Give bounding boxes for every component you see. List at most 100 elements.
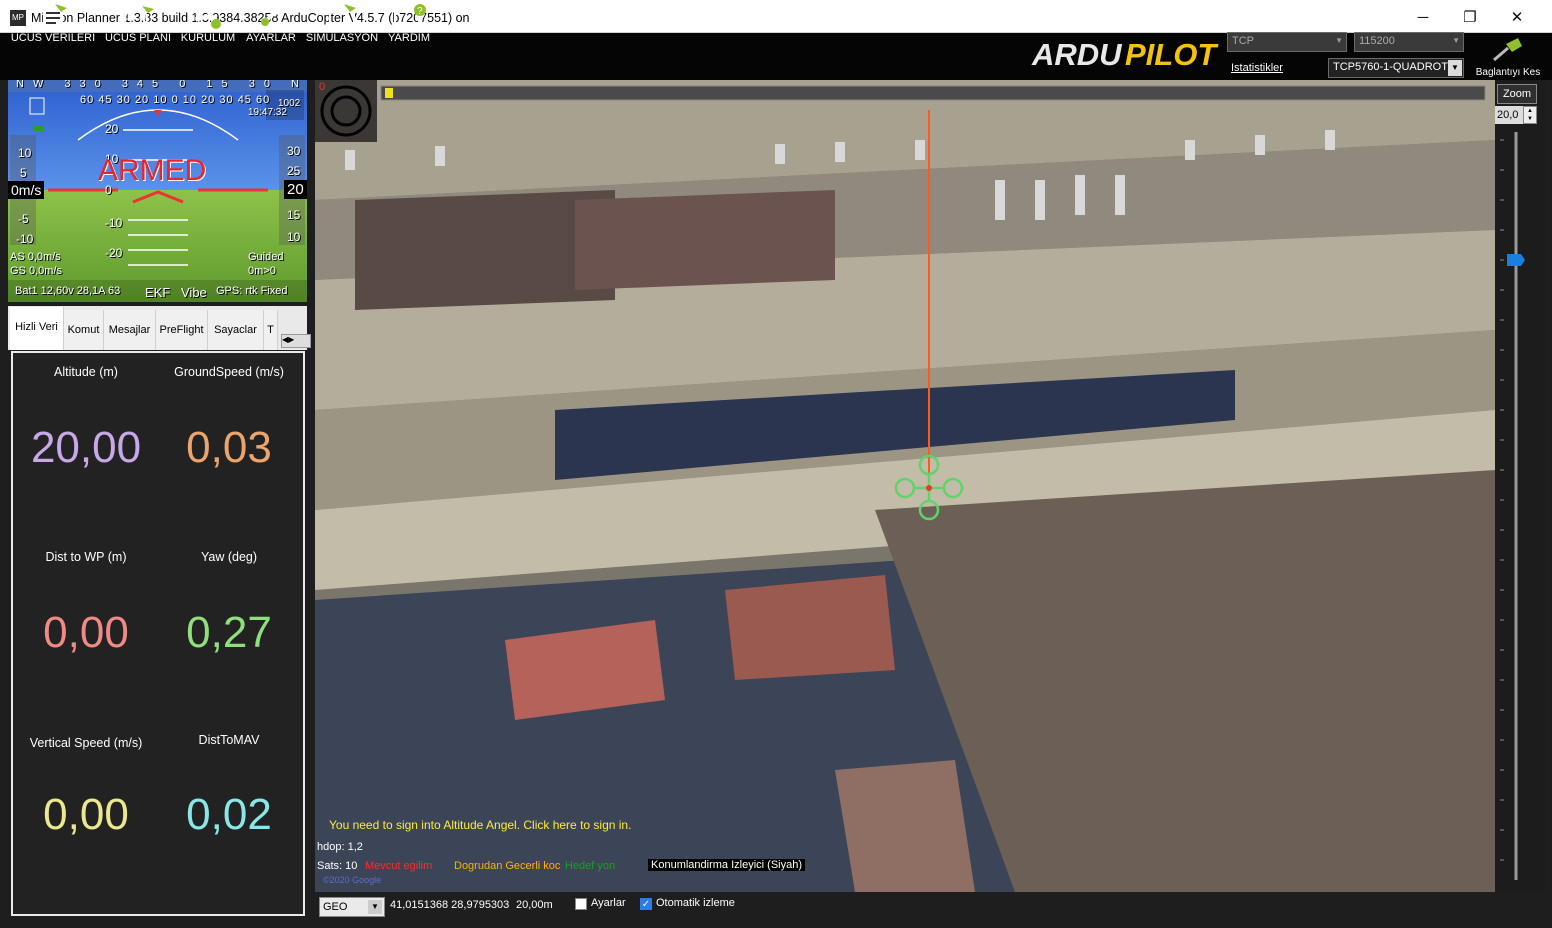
zoom-value-input[interactable]: 20,0 [1495, 106, 1523, 124]
svg-text:?: ? [417, 6, 423, 17]
tab-quick[interactable]: Hizli Veri [10, 307, 64, 350]
sats-readout: Sats: 10 [317, 860, 358, 872]
hud-heading-label: 15 [206, 80, 237, 90]
chevron-down-icon: ▼ [1448, 60, 1462, 76]
disconnect-label: Baglantıyı Kes [1475, 67, 1541, 78]
menu-config-label: AYARLAR [246, 32, 296, 44]
tab-preflight[interactable]: PreFlight [156, 310, 208, 350]
chevron-down-icon: ▼ [1452, 36, 1460, 45]
hud-heading-label: 30 [248, 80, 279, 90]
hud-speed-box: 0m/s [8, 181, 45, 199]
simulation-icon [329, 4, 356, 29]
hud-pitch-label: 20 [105, 122, 119, 136]
map-view[interactable]: 0 You need to sign into Altitude Angel. … [315, 80, 1495, 892]
cursor-altitude: 20,00m [516, 899, 553, 911]
disconnect-button[interactable]: Baglantıyı Kes [1468, 36, 1548, 80]
hud-display[interactable]: NW 330 345 0 15 30 NE 60 60 45 30 20 10 … [8, 80, 307, 302]
baud-rate-select[interactable]: 115200 ▼ [1354, 32, 1464, 52]
hud-heading-label: NW [16, 80, 53, 90]
hud-altitude-box: 20 [284, 180, 307, 199]
hud-clock: 19:47:32 [248, 107, 287, 118]
hud-roll-label: 60 [80, 94, 95, 106]
menu-setup[interactable]: KURULUM [178, 2, 238, 46]
auto-follow-label[interactable]: Otomatik izleme [656, 897, 735, 909]
chevron-down-icon: ▼ [1335, 36, 1343, 45]
legend-current-heading: Mevcut egilim [365, 860, 433, 872]
connection-type-select[interactable]: TCP ▼ [1227, 32, 1347, 52]
plug-icon [1493, 38, 1522, 62]
hud-roll-label: 10 [182, 94, 197, 106]
tab-command[interactable]: Komut [64, 310, 104, 350]
menu-help-label: YARDIM [388, 32, 430, 44]
hud-heading-label: 0 [179, 80, 195, 90]
hud-ekf[interactable]: EKF [145, 285, 170, 300]
cursor-coordinates: 41,0151368 28,9795303 [390, 899, 510, 911]
tab-gauges[interactable]: Sayaclar [208, 310, 264, 350]
hud-groundspeed: GS 0,0m/s [10, 265, 62, 277]
chevron-up-icon[interactable]: ▲ [1524, 107, 1536, 115]
hud-mode: Guided [248, 251, 284, 263]
quick-value: 20,00 [30, 423, 142, 472]
quick-item-groundspeed[interactable]: GroundSpeed (m/s) 0,03 [158, 365, 300, 473]
menu-flight-data-label: UCUS VERILERI [10, 32, 96, 44]
hud-heading-label: 330 [64, 80, 110, 90]
chevron-right-icon[interactable]: ▶ [288, 335, 294, 344]
flight-plan-icon [124, 6, 154, 31]
quick-label: GroundSpeed (m/s) [174, 365, 284, 379]
quick-item-dist-to-wp[interactable]: Dist to WP (m) 0,00 [15, 550, 157, 658]
menu-help[interactable]: ? YARDIM [384, 2, 434, 46]
hud-left-tick: -5 [18, 212, 29, 226]
ardupilot-logo: ARDU PILOT [1031, 37, 1219, 72]
quick-label: DistToMAV [198, 733, 260, 747]
altitude-angel-link[interactable]: You need to sign into Altitude Angel. Cl… [329, 818, 631, 832]
tab-messages[interactable]: Mesajlar [104, 310, 156, 350]
hud-right-tick: 10 [287, 230, 301, 244]
hud-roll-label: 30 [116, 94, 131, 106]
hud-vibe[interactable]: Vibe [181, 285, 207, 300]
settings-checkbox[interactable] [575, 898, 587, 910]
hud-battery: Bat1 12,60v 28,1A 63 [15, 285, 121, 297]
zoom-slider[interactable] [1495, 80, 1545, 892]
menu-simulation[interactable]: SIMULASYON [304, 2, 380, 46]
hud-pitch-label: -20 [105, 246, 123, 260]
menu-flight-data[interactable]: UCUS VERILERI [10, 2, 96, 46]
hud-wp-distance: 0m>0 [248, 265, 276, 277]
auto-follow-checkbox[interactable]: ✓ [640, 898, 652, 910]
chevron-down-icon[interactable]: ▼ [1524, 115, 1536, 123]
vehicle-select[interactable]: TCP5760-1-QUADROTO ▼ [1328, 58, 1464, 78]
tab-scroll-arrows[interactable]: ◀▶ [281, 334, 311, 348]
menu-config[interactable]: AYARLAR [242, 2, 300, 46]
coord-system-select[interactable]: GEO ▼ [319, 897, 385, 917]
chevron-down-icon: ▼ [368, 900, 382, 914]
zoom-spinner[interactable]: ▲ ▼ [1523, 106, 1537, 124]
zoom-button[interactable]: Zoom [1497, 84, 1537, 104]
quick-item-yaw[interactable]: Yaw (deg) 0,27 [158, 550, 300, 658]
maximize-icon[interactable]: ❐ [1447, 0, 1493, 33]
stats-link[interactable]: Istatistikler [1231, 62, 1283, 74]
flight-data-icon [43, 4, 67, 30]
quick-label: Dist to WP (m) [45, 550, 127, 564]
tab-more[interactable]: T [264, 310, 278, 350]
settings-checkbox-label[interactable]: Ayarlar [591, 897, 626, 909]
setup-icon [195, 6, 221, 29]
map-copyright: ©2020 Google [323, 875, 382, 885]
legend-target-heading: Hedef yon [565, 860, 616, 872]
quick-label: Yaw (deg) [200, 550, 258, 564]
hud-roll-label: 20 [134, 94, 150, 106]
close-icon[interactable]: ✕ [1494, 0, 1540, 33]
quick-item-vertical-speed[interactable]: Vertical Speed (m/s) 0,00 [15, 736, 157, 840]
tracker-label: Konumlandirma Izleyici (Siyah) [648, 859, 805, 871]
time-slider-start: 0 [319, 81, 326, 93]
hud-roll-label: 60 [256, 94, 271, 106]
hud-pitch-label: -10 [105, 216, 123, 230]
help-icon: ? [394, 4, 426, 30]
connection-type-value: TCP [1232, 35, 1254, 47]
hud-left-tick: -10 [16, 232, 34, 246]
quick-label: Altitude (m) [54, 365, 118, 379]
quick-item-altitude[interactable]: Altitude (m) 20,00 [15, 365, 157, 473]
menu-flight-plan[interactable]: UCUS PLANI [100, 2, 176, 46]
minimize-icon[interactable]: ─ [1400, 0, 1446, 33]
quick-value: 0,00 [43, 608, 129, 657]
quick-item-dist-to-mav[interactable]: DistToMAV 0,02 [158, 733, 300, 840]
quick-value: 0,27 [186, 608, 272, 657]
